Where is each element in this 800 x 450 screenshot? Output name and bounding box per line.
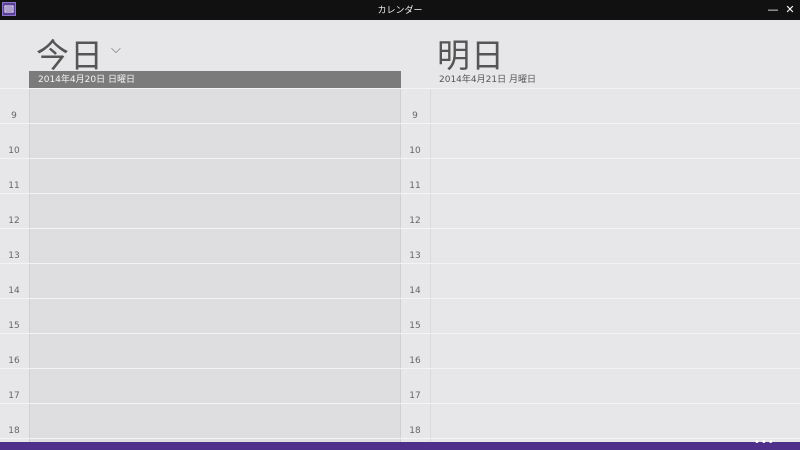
hour-label: 17 <box>8 391 20 401</box>
hour-label: 15 <box>8 321 20 331</box>
hour-divider <box>0 158 401 159</box>
hour-label: 9 <box>11 111 17 121</box>
hour-label: 9 <box>412 111 418 121</box>
hour-label: 16 <box>409 356 421 366</box>
hour-divider <box>0 438 401 439</box>
hour-divider <box>401 158 800 159</box>
hour-label: 12 <box>8 216 20 226</box>
day-column-today[interactable] <box>29 89 401 442</box>
date-header-tomorrow[interactable]: 2014年4月21日 月曜日 <box>430 71 800 89</box>
hour-label: 11 <box>409 181 421 191</box>
hour-label: 11 <box>8 181 20 191</box>
hour-label: 14 <box>8 286 20 296</box>
hour-divider <box>0 298 401 299</box>
hour-divider <box>0 403 401 404</box>
hour-label: 15 <box>409 321 421 331</box>
hour-divider <box>401 88 800 89</box>
hour-divider <box>401 263 800 264</box>
hour-divider <box>401 368 800 369</box>
close-button[interactable]: ✕ <box>782 1 798 18</box>
hour-divider <box>401 228 800 229</box>
calendar-main: 今日 ⌵ 明日 2014年4月20日 日曜日 2014年4月21日 月曜日 9 9… <box>0 20 800 442</box>
day-heading-tomorrow: 明日 <box>437 36 505 75</box>
hour-divider <box>401 123 800 124</box>
hour-label: 12 <box>409 216 421 226</box>
hour-divider <box>401 193 800 194</box>
hour-divider <box>401 298 800 299</box>
hour-label: 13 <box>8 251 20 261</box>
window-title: カレンダー <box>377 6 423 16</box>
hour-label: 16 <box>8 356 20 366</box>
app-bar: ••• <box>0 437 800 450</box>
hour-divider <box>401 403 800 404</box>
hour-divider <box>0 88 401 89</box>
hour-label: 10 <box>409 146 421 156</box>
hour-divider <box>0 228 401 229</box>
hour-label: 17 <box>409 391 421 401</box>
hour-divider <box>0 333 401 334</box>
hour-label: 18 <box>8 426 20 436</box>
hour-divider <box>0 263 401 264</box>
minimize-button[interactable]: — <box>765 1 781 18</box>
hour-divider <box>401 333 800 334</box>
hour-divider <box>0 368 401 369</box>
hour-divider <box>0 193 401 194</box>
hour-label: 13 <box>409 251 421 261</box>
hour-divider <box>401 438 800 439</box>
day-heading-today[interactable]: 今日 <box>36 29 104 77</box>
hour-label: 10 <box>8 146 20 156</box>
hour-label: 14 <box>409 286 421 296</box>
hour-divider <box>0 123 401 124</box>
day-column-tomorrow[interactable] <box>430 89 800 442</box>
date-header-today[interactable]: 2014年4月20日 日曜日 <box>29 71 401 89</box>
hour-label: 18 <box>409 426 421 436</box>
chevron-down-icon[interactable]: ⌵ <box>111 42 121 57</box>
more-options-icon[interactable]: ••• <box>754 437 775 448</box>
title-bar: カレンダー — ✕ <box>0 0 800 20</box>
